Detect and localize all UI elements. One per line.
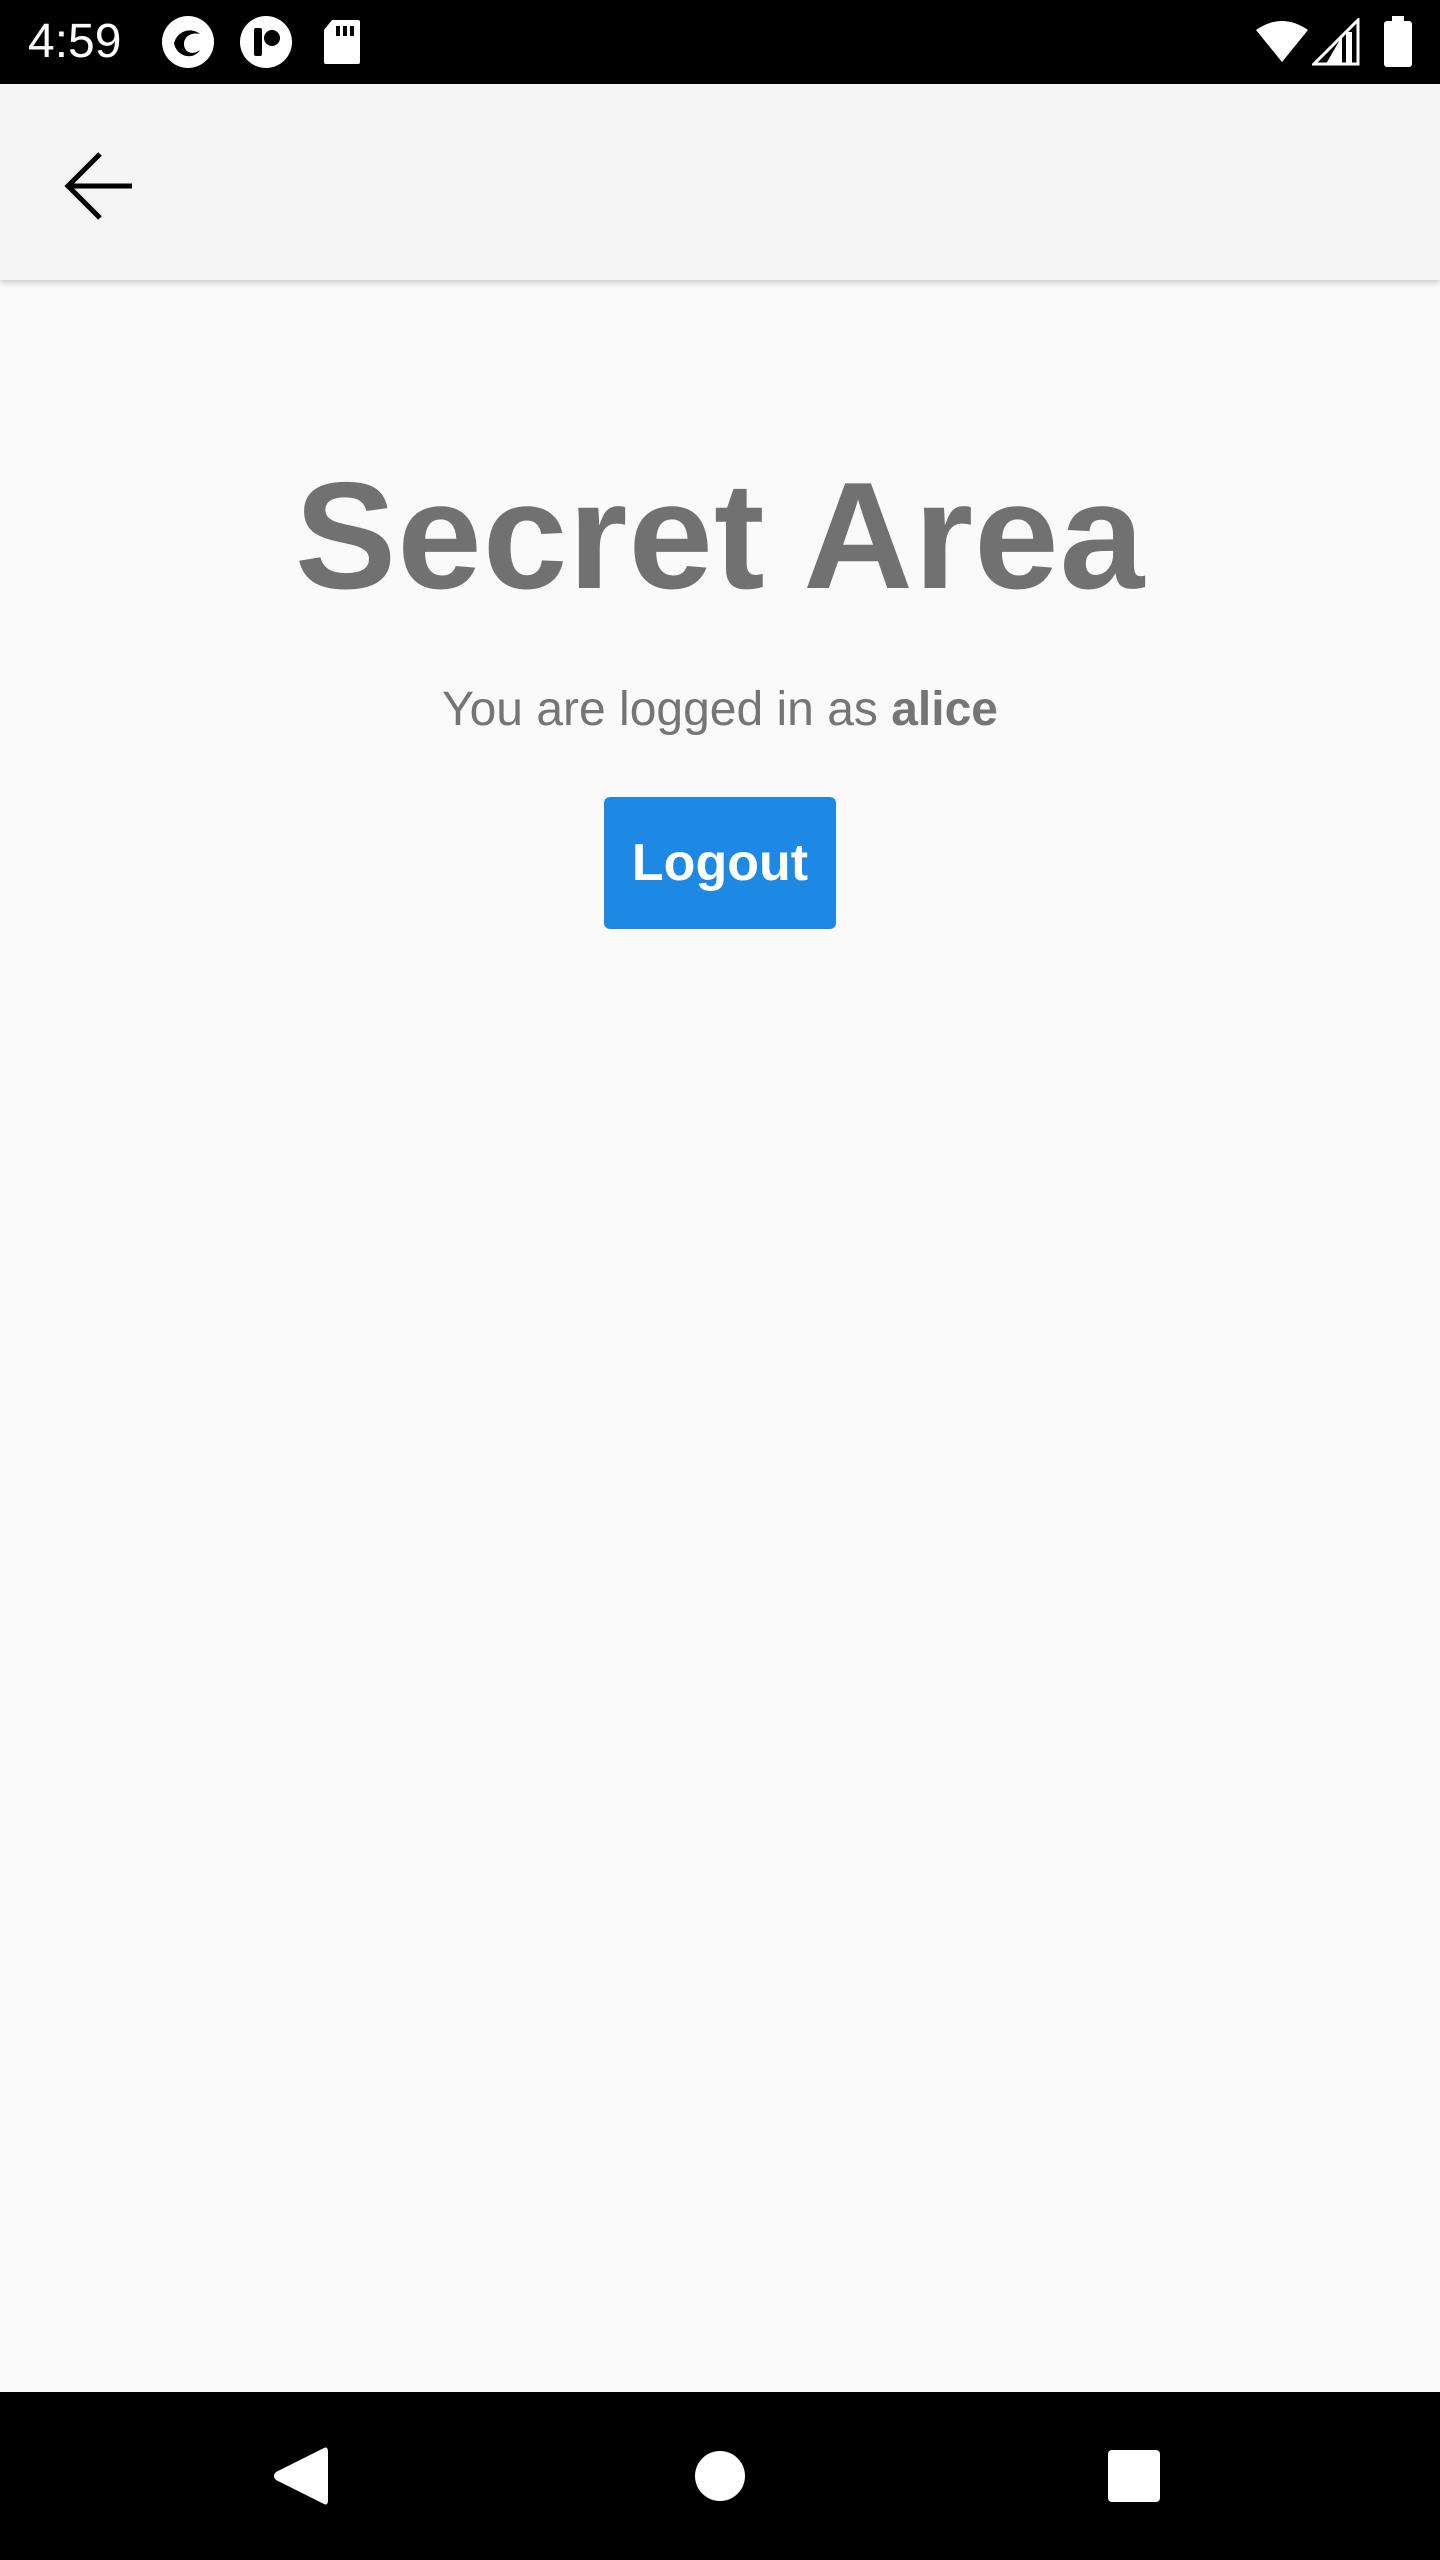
login-status: You are logged in as alice (0, 678, 1440, 742)
nav-back-button[interactable] (250, 2426, 350, 2526)
recents-square-icon (1108, 2450, 1160, 2502)
sd-card-icon (324, 20, 360, 64)
home-circle-icon (695, 2451, 745, 2501)
username: alice (891, 683, 998, 736)
wifi-icon (1256, 21, 1308, 62)
battery-icon (1384, 16, 1412, 67)
navigation-bar (0, 2392, 1440, 2560)
main-content: Secret Area You are logged in as alice L… (0, 280, 1440, 2390)
app-notification-icon-1 (162, 16, 214, 68)
logout-button[interactable]: Logout (604, 797, 836, 929)
back-triangle-icon (274, 2447, 328, 2505)
status-bar: 4:59 (0, 0, 1440, 84)
login-prefix: You are logged in as (441, 683, 892, 736)
nav-recents-button[interactable] (1084, 2426, 1184, 2526)
cell-signal-icon (1312, 18, 1360, 66)
app-bar (0, 84, 1440, 280)
nav-home-button[interactable] (670, 2426, 770, 2526)
page-title: Secret Area (294, 451, 1146, 621)
app-notification-icon-2 (240, 16, 292, 68)
status-time: 4:59 (28, 15, 122, 68)
arrow-left-icon (64, 152, 132, 220)
back-button[interactable] (40, 138, 160, 234)
